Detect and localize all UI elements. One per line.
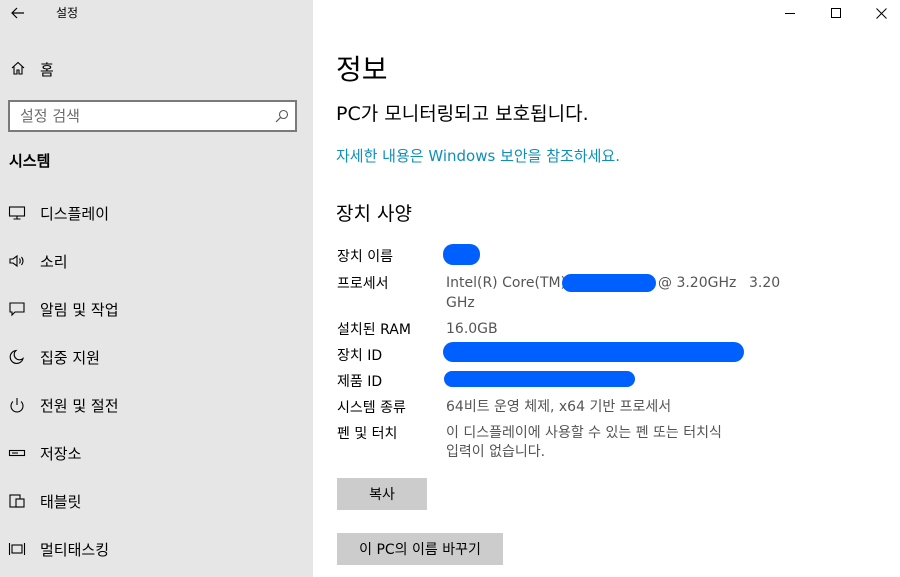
processor-unit: GHz bbox=[446, 295, 475, 311]
sidebar-item-power[interactable]: 전원 및 절전 bbox=[0, 385, 313, 425]
sidebar-item-label: 태블릿 bbox=[40, 493, 82, 511]
sidebar-item-display[interactable]: 디스플레이 bbox=[0, 193, 313, 233]
specs-heading: 장치 사양 bbox=[336, 203, 412, 225]
redacted-device-name bbox=[443, 244, 480, 265]
maximize-button[interactable] bbox=[813, 0, 859, 26]
page-title: 정보 bbox=[336, 53, 388, 86]
redacted-device-id bbox=[443, 342, 744, 362]
sidebar-item-label: 저장소 bbox=[40, 445, 82, 463]
content-pane: 정보 PC가 모니터링되고 보호됩니다. 자세한 내용은 Windows 보안을… bbox=[313, 0, 900, 577]
minimize-button[interactable] bbox=[767, 0, 813, 26]
home-label: 홈 bbox=[40, 61, 54, 79]
device-name-label: 장치 이름 bbox=[337, 249, 393, 265]
sidebar-item-tablet[interactable]: 태블릿 bbox=[0, 481, 313, 521]
sidebar-item-label: 알림 및 작업 bbox=[40, 301, 119, 319]
close-icon bbox=[875, 7, 887, 19]
sidebar-item-focus-assist[interactable]: 집중 지원 bbox=[0, 337, 313, 377]
sidebar-item-multitasking[interactable]: 멀티태스킹 bbox=[0, 529, 313, 569]
sidebar-item-label: 소리 bbox=[40, 253, 68, 271]
sidebar-item-label: 전원 및 절전 bbox=[40, 397, 119, 415]
section-title: 시스템 bbox=[9, 152, 51, 170]
maximize-icon bbox=[831, 8, 841, 18]
system-type-label: 시스템 종류 bbox=[337, 400, 406, 416]
processor-speed: 3.20 bbox=[749, 275, 781, 291]
redacted-product-id bbox=[444, 371, 635, 387]
power-icon bbox=[10, 398, 24, 413]
device-id-label: 장치 ID bbox=[337, 348, 383, 364]
home-nav-item[interactable]: 홈 bbox=[0, 52, 313, 84]
sidebar-item-sound[interactable]: 소리 bbox=[0, 241, 313, 281]
home-icon bbox=[11, 61, 25, 75]
pen-touch-label: 펜 및 터치 bbox=[337, 426, 398, 442]
product-id-label: 제품 ID bbox=[337, 374, 383, 390]
search-icon[interactable] bbox=[275, 109, 289, 123]
app-title: 설정 bbox=[56, 6, 79, 20]
copy-button[interactable]: 복사 bbox=[337, 478, 427, 510]
monitor-icon bbox=[8, 206, 26, 220]
sidebar: 설정 홈 시스템 디스플레이 소리 알림 및 작업 bbox=[0, 0, 313, 577]
sidebar-item-label: 멀티태스킹 bbox=[40, 541, 110, 559]
sidebar-item-notifications[interactable]: 알림 및 작업 bbox=[0, 289, 313, 329]
back-arrow-icon bbox=[11, 7, 24, 19]
ram-value: 16.0GB bbox=[446, 321, 498, 337]
rename-pc-button[interactable]: 이 PC의 이름 바꾸기 bbox=[337, 533, 503, 565]
processor-clock: @ 3.20GHz bbox=[658, 275, 737, 291]
sidebar-item-label: 디스플레이 bbox=[40, 205, 110, 223]
speaker-icon bbox=[9, 254, 24, 268]
multitasking-icon bbox=[8, 543, 26, 555]
back-button[interactable] bbox=[6, 2, 30, 24]
processor-label: 프로세서 bbox=[337, 276, 389, 292]
search-box[interactable] bbox=[8, 100, 297, 132]
minimize-icon bbox=[785, 13, 795, 14]
sidebar-item-storage[interactable]: 저장소 bbox=[0, 433, 313, 473]
search-input[interactable] bbox=[20, 106, 260, 126]
pen-touch-value-line1: 이 디스플레이에 사용할 수 있는 펜 또는 터치식 bbox=[446, 425, 722, 441]
processor-prefix: Intel(R) Core(TM) bbox=[446, 275, 567, 291]
moon-icon bbox=[9, 349, 24, 364]
redacted-processor-model bbox=[562, 274, 656, 292]
tablet-icon bbox=[9, 494, 25, 508]
pen-touch-value-line2: 입력이 없습니다. bbox=[446, 444, 546, 460]
notification-icon bbox=[9, 302, 25, 317]
protection-status: PC가 모니터링되고 보호됩니다. bbox=[336, 103, 589, 125]
system-type-value: 64비트 운영 체제, x64 기반 프로세서 bbox=[446, 399, 672, 415]
close-button[interactable] bbox=[858, 0, 900, 26]
security-link[interactable]: 자세한 내용은 Windows 보안을 참조하세요. bbox=[336, 145, 620, 166]
ram-label: 설치된 RAM bbox=[337, 322, 411, 338]
sidebar-item-label: 집중 지원 bbox=[40, 349, 100, 367]
storage-icon bbox=[8, 449, 26, 457]
